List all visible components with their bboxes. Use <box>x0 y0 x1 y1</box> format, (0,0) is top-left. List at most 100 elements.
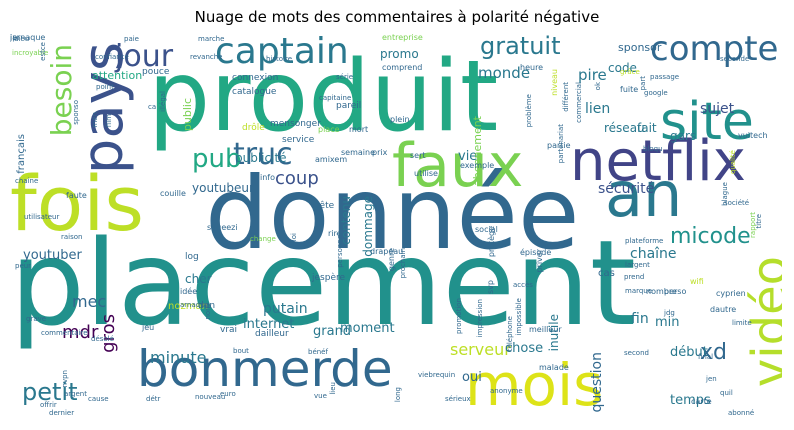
word-182: men <box>91 112 99 128</box>
word-180: ca <box>148 103 157 111</box>
word-137: second <box>624 349 649 357</box>
word-48: fait <box>637 121 657 135</box>
word-87: prix <box>372 148 388 157</box>
word-88: sert <box>410 151 426 160</box>
word-50: promo <box>380 47 419 61</box>
word-120: protège <box>487 226 496 258</box>
word-96: heure <box>520 63 544 72</box>
word-77: jespère <box>312 273 346 283</box>
word-133: prend <box>624 273 645 281</box>
word-141: abonné <box>728 409 755 417</box>
word-187: partenariat <box>557 124 565 164</box>
word-172: confiance <box>95 53 129 61</box>
word-60: français <box>16 134 27 174</box>
word-53: public <box>181 98 194 132</box>
word-144: accès <box>513 281 533 289</box>
word-7: faux <box>392 131 524 201</box>
word-cloud: placement produit donnée fois mois an netflix f… <box>10 34 782 420</box>
word-154: vue <box>314 392 327 400</box>
word-67: mensonger <box>270 119 321 129</box>
word-68: drôle <box>242 123 265 133</box>
word-123: plateforme <box>625 237 664 245</box>
word-80: squeezi <box>207 223 238 232</box>
word-178: point <box>96 83 114 91</box>
word-185: commercial <box>575 82 583 123</box>
word-81: couille <box>160 189 186 198</box>
word-89: exemple <box>460 161 495 170</box>
word-152: long <box>394 387 402 403</box>
word-102: passage <box>650 73 680 81</box>
word-174: marche <box>198 35 225 43</box>
word-151: sérieux <box>445 395 471 403</box>
word-106: chaine <box>15 177 39 185</box>
word-162: nvpn <box>61 370 69 388</box>
word-149: viebrequin <box>418 371 456 379</box>
word-38: min <box>655 315 680 330</box>
word-183: film <box>105 114 113 128</box>
word-27: mec <box>72 292 107 311</box>
word-115: personnel <box>336 233 344 268</box>
word-177: estce <box>39 42 47 61</box>
word-122: priver <box>535 249 544 273</box>
word-130: cyprien <box>716 289 746 298</box>
word-76: dailleur <box>255 329 289 339</box>
word-29: pire <box>578 66 607 84</box>
word-41: putain <box>263 301 308 317</box>
word-146: impression <box>476 299 484 338</box>
word-45: grand <box>313 324 352 339</box>
word-90: utilise <box>414 169 438 178</box>
word-100: fuite <box>620 85 639 94</box>
word-98: grâce <box>620 68 640 76</box>
word-158: cause <box>88 395 109 403</box>
word-56: cher <box>185 272 212 286</box>
word-173: paie <box>124 35 139 43</box>
word-75: vrai <box>220 325 238 335</box>
word-4: mois <box>465 351 604 419</box>
word-192: impossible <box>515 298 523 336</box>
word-147: promotion <box>455 298 463 334</box>
word-150: anonyme <box>490 387 523 395</box>
word-135: limite <box>732 319 752 327</box>
word-165: grave <box>26 315 47 323</box>
word-179: illégal <box>159 91 167 112</box>
word-124: wifi <box>690 277 704 286</box>
word-194: jarnaque <box>10 34 46 42</box>
word-71: place <box>318 125 340 134</box>
word-66: catalogue <box>232 87 277 97</box>
word-30: lien <box>585 101 611 117</box>
word-49: gars <box>670 129 697 143</box>
word-62: attention <box>92 69 143 82</box>
word-140: quil <box>720 389 733 397</box>
word-61: abonnement <box>471 116 484 186</box>
word-34: youtuber <box>23 248 82 263</box>
word-92: comprend <box>382 63 423 72</box>
word-163: jeu <box>142 323 155 332</box>
word-93: série <box>336 73 354 81</box>
word-63: cas <box>598 268 615 279</box>
word-25: minute <box>150 348 207 367</box>
word-72: log <box>185 252 199 262</box>
word-36: question <box>589 352 605 413</box>
word-138: jen <box>706 375 717 383</box>
word-83: amixem <box>315 155 348 164</box>
word-64: pouce <box>142 67 170 77</box>
word-110: peur <box>15 262 32 270</box>
word-188: différent <box>562 82 570 112</box>
word-181: sponso <box>72 100 80 125</box>
word-145: svp <box>486 280 495 294</box>
word-37: fin <box>631 311 649 327</box>
word-95: seconde <box>720 55 750 63</box>
word-129: rapport <box>749 212 757 238</box>
word-69: service <box>282 135 315 145</box>
word-167: bout <box>233 347 249 355</box>
word-166: commentaire <box>41 329 88 337</box>
word-117: genre <box>387 248 396 272</box>
word-143: meilleur <box>529 325 562 334</box>
word-101: google <box>644 89 668 97</box>
word-85: mort <box>349 125 369 134</box>
word-32: sécurité <box>598 181 655 197</box>
word-132: nombre <box>646 287 677 296</box>
word-186: ok <box>594 82 602 91</box>
word-103: vuitech <box>738 131 768 140</box>
word-168: bénéf <box>308 348 328 356</box>
